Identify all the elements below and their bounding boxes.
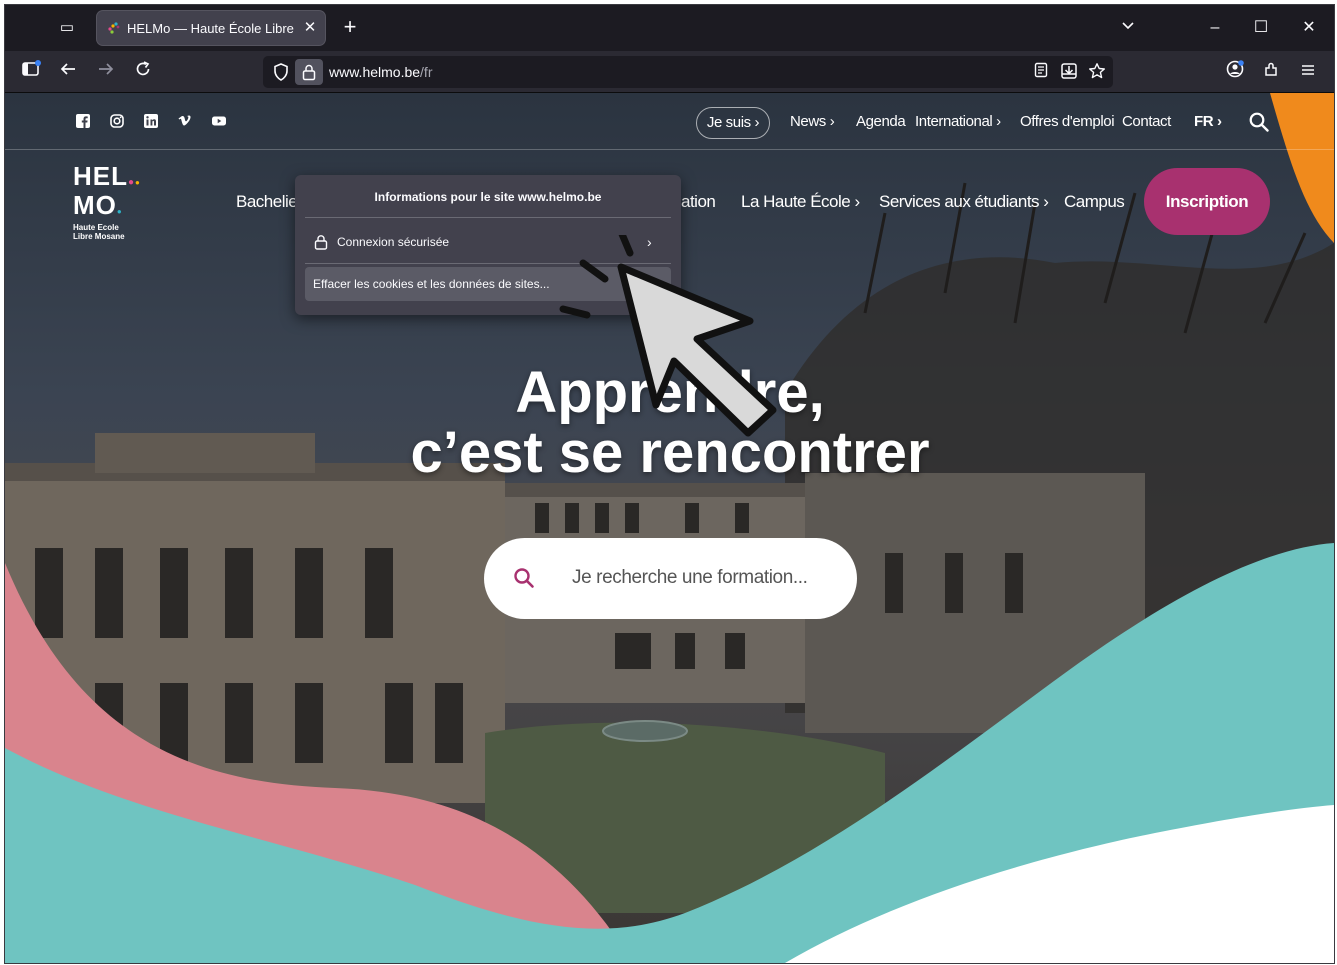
back-arrow-icon[interactable]: [55, 59, 81, 85]
helmo-favicon-icon: [108, 22, 120, 34]
menu-hamburger-icon[interactable]: [1295, 59, 1321, 85]
logo-line-2: MO●: [73, 190, 123, 220]
site-info-title: Informations pour le site www.helmo.be: [374, 190, 602, 204]
news-label: News: [790, 113, 826, 130]
secure-connection-label: Connexion sécurisée: [337, 235, 450, 249]
main-nav-campus[interactable]: Campus: [1064, 191, 1125, 213]
top-link-contact[interactable]: Contact: [1122, 113, 1171, 131]
main-nav-services[interactable]: Services aux étudiants ›: [879, 191, 1049, 213]
chevron-down-icon[interactable]: [1117, 17, 1139, 39]
inscription-button[interactable]: Inscription: [1144, 168, 1270, 235]
reload-icon[interactable]: [130, 59, 156, 85]
bookmark-star-icon[interactable]: [1087, 62, 1107, 82]
je-suis-dropdown[interactable]: Je suis ›: [696, 107, 770, 139]
clear-cookies-label: Effacer les cookies et les données de si…: [313, 277, 550, 291]
main-nav-formation[interactable]: ation: [681, 191, 716, 213]
tab-title: HELMo — Haute École Libre Mc: [127, 21, 295, 36]
logo-subtitle-2: Libre Mosane: [73, 232, 125, 241]
top-link-offres-emploi[interactable]: Offres d'emploi: [1020, 113, 1115, 131]
language-selector[interactable]: FR ›: [1194, 113, 1222, 131]
navigation-toolbar: www.helmo.be/fr: [5, 51, 1334, 93]
tab-list-icon[interactable]: ▭: [55, 17, 79, 39]
international-label: International: [915, 113, 993, 130]
pointer-cursor-icon: [559, 235, 777, 437]
main-nav-haute-ecole[interactable]: La Haute École ›: [741, 191, 860, 213]
top-link-news[interactable]: News ›: [790, 113, 835, 131]
vimeo-icon[interactable]: [177, 113, 193, 129]
minimize-button[interactable]: –: [1195, 13, 1235, 43]
helmo-logo[interactable]: HEL●● MO● Haute Ecole Libre Mosane: [73, 163, 153, 241]
site-info-lock-button[interactable]: [295, 59, 323, 85]
logo-subtitle-1: Haute Ecole: [73, 223, 119, 232]
forward-arrow-icon[interactable]: [93, 59, 119, 85]
tab-strip: ▭ HELMo — Haute École Libre Mc ✕ + – ☐ ✕: [5, 5, 1334, 51]
header-divider: [5, 149, 1334, 150]
account-icon[interactable]: [1222, 59, 1248, 85]
extensions-icon[interactable]: [1259, 59, 1285, 85]
instagram-icon[interactable]: [109, 113, 125, 129]
formation-search-input[interactable]: Je recherche une formation...: [484, 538, 857, 619]
reader-view-icon[interactable]: [1031, 62, 1051, 82]
close-tab-icon[interactable]: ✕: [301, 19, 319, 37]
browser-window: ▭ HELMo — Haute École Libre Mc ✕ + – ☐ ✕: [4, 4, 1335, 964]
facebook-icon[interactable]: [75, 113, 91, 129]
url-host: www.helmo.be: [329, 64, 421, 80]
youtube-icon[interactable]: [211, 113, 227, 129]
web-page: Je suis › News › Agenda International › …: [5, 93, 1334, 963]
address-bar[interactable]: www.helmo.be/fr: [263, 56, 1113, 88]
linkedin-icon[interactable]: [143, 113, 159, 129]
url-text: www.helmo.be/fr: [329, 63, 433, 81]
lock-icon: [302, 64, 316, 81]
top-link-agenda[interactable]: Agenda: [856, 113, 906, 131]
popup-divider: [305, 217, 671, 218]
tracking-protection-shield-icon[interactable]: [271, 62, 291, 82]
browser-tab[interactable]: HELMo — Haute École Libre Mc ✕: [97, 11, 325, 45]
new-tab-button[interactable]: +: [339, 16, 361, 39]
services-label: Services aux étudiants: [879, 192, 1040, 211]
site-search-icon[interactable]: [1248, 111, 1270, 133]
maximize-button[interactable]: ☐: [1241, 13, 1281, 43]
lock-icon: [314, 235, 328, 250]
je-suis-label: Je suis: [706, 114, 751, 131]
save-to-pocket-icon[interactable]: [1059, 62, 1079, 82]
url-path: /fr: [420, 64, 433, 80]
haute-ecole-label: La Haute École: [741, 192, 851, 211]
language-label: FR: [1194, 113, 1214, 130]
top-link-international[interactable]: International ›: [915, 113, 1001, 131]
sidebar-icon[interactable]: [18, 59, 44, 85]
search-icon: [514, 568, 534, 588]
search-placeholder: Je recherche une formation...: [572, 567, 808, 588]
close-window-button[interactable]: ✕: [1289, 13, 1329, 43]
